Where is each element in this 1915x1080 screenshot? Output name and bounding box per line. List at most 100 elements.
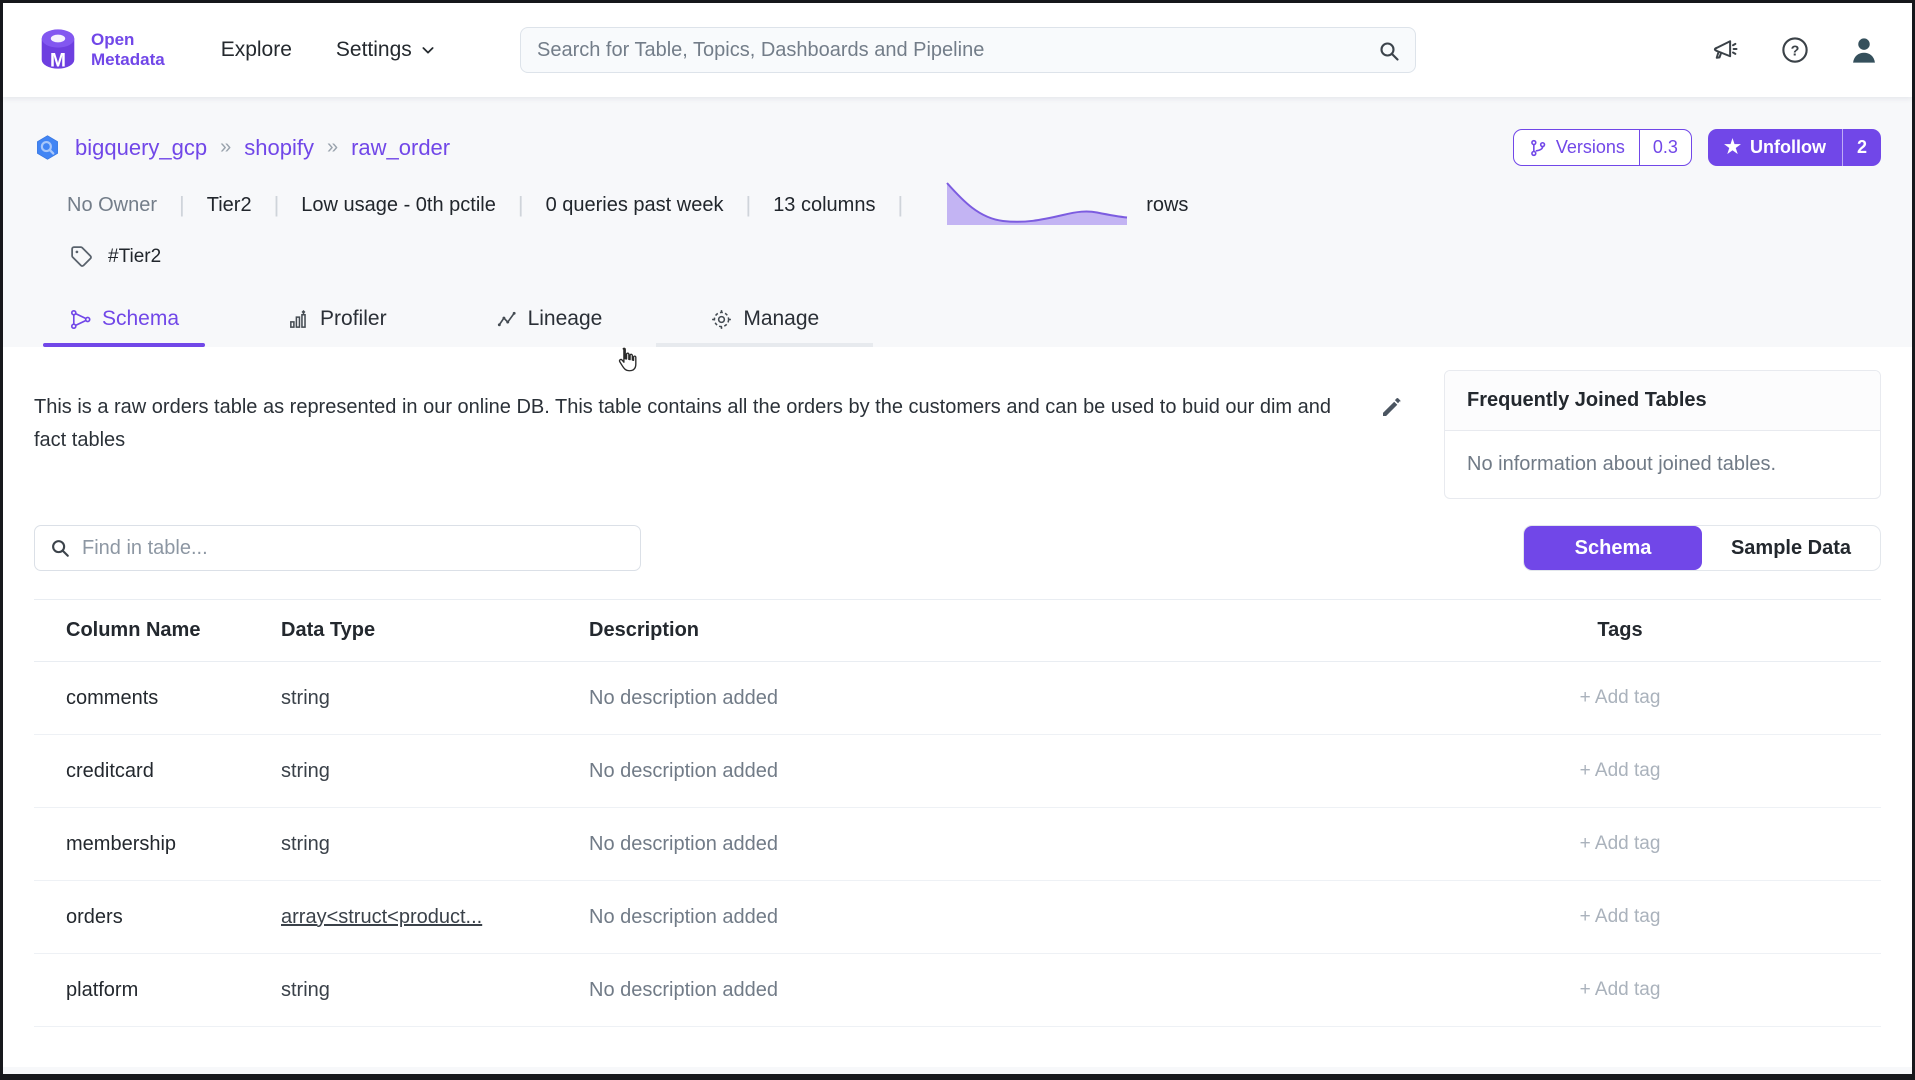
tab-manage[interactable]: Manage bbox=[684, 301, 845, 347]
nav-item-explore[interactable]: Explore bbox=[221, 38, 292, 62]
cell-data-type: string bbox=[281, 979, 589, 1002]
entity-tabs: Schema Profiler Lineage Manage bbox=[3, 301, 1912, 347]
openmetadata-logo-icon: M bbox=[35, 27, 81, 73]
breadcrumb-row: bigquery_gcp » shopify » raw_order Versi… bbox=[3, 129, 1912, 166]
mouse-cursor-icon bbox=[615, 346, 642, 373]
header-description: Description bbox=[589, 619, 1439, 642]
add-tag-button[interactable]: + Add tag bbox=[1439, 906, 1881, 928]
stat-item: No Owner bbox=[67, 194, 157, 217]
entity-actions: Versions 0.3 ★ Unfollow 2 bbox=[1513, 129, 1881, 166]
cell-description: No description added bbox=[589, 833, 1439, 856]
tag-icon bbox=[69, 244, 94, 269]
cell-column-name: creditcard bbox=[34, 760, 281, 783]
add-tag-button[interactable]: + Add tag bbox=[1439, 687, 1881, 709]
cell-description: No description added bbox=[589, 979, 1439, 1002]
stat-divider: | bbox=[274, 192, 280, 218]
schema-table: Column Name Data Type Description Tags c… bbox=[34, 599, 1881, 1053]
add-tag-button[interactable]: + Add tag bbox=[1439, 979, 1881, 1001]
table-row: comments string No description added + A… bbox=[34, 662, 1881, 735]
top-navbar: M Open Metadata Explore Settings bbox=[3, 3, 1912, 97]
schema-table-body: comments string No description added + A… bbox=[34, 662, 1881, 1027]
cell-description: No description added bbox=[589, 760, 1439, 783]
lineage-icon bbox=[495, 308, 518, 331]
stat-divider: | bbox=[179, 192, 185, 218]
schema-sample-toggle: Schema Sample Data bbox=[1523, 525, 1881, 571]
description-block: This is a raw orders table as represente… bbox=[34, 391, 1454, 457]
add-tag-button[interactable]: + Add tag bbox=[1439, 833, 1881, 855]
help-icon[interactable]: ? bbox=[1780, 35, 1810, 65]
toggle-sample-data[interactable]: Sample Data bbox=[1702, 526, 1880, 570]
search-icon[interactable] bbox=[1377, 39, 1401, 63]
cell-data-type[interactable]: array<struct<product... bbox=[281, 906, 589, 929]
entity-stats-row: No Owner | Tier2 | Low usage - 0th pctile |… bbox=[67, 180, 1912, 230]
global-search bbox=[520, 27, 1416, 73]
find-in-table-input[interactable] bbox=[82, 537, 626, 560]
cell-data-type: string bbox=[281, 760, 589, 783]
profiler-icon bbox=[287, 308, 310, 331]
branch-icon bbox=[1528, 138, 1548, 158]
cell-column-name: comments bbox=[34, 687, 281, 710]
bigquery-service-icon bbox=[34, 134, 61, 161]
main-menu: Explore Settings bbox=[221, 38, 436, 62]
svg-text:?: ? bbox=[1791, 43, 1800, 59]
toggle-schema[interactable]: Schema bbox=[1524, 526, 1702, 570]
nav-item-settings[interactable]: Settings bbox=[336, 38, 436, 62]
versions-button[interactable]: Versions 0.3 bbox=[1513, 129, 1692, 166]
stat-divider: | bbox=[518, 192, 524, 218]
breadcrumb-database[interactable]: shopify bbox=[244, 135, 314, 161]
find-in-table bbox=[34, 525, 641, 571]
user-avatar[interactable] bbox=[1848, 34, 1880, 66]
svg-text:M: M bbox=[50, 50, 66, 71]
edit-description-icon[interactable] bbox=[1380, 395, 1404, 421]
add-tag-button[interactable]: + Add tag bbox=[1439, 760, 1881, 782]
announcements-icon[interactable] bbox=[1712, 35, 1742, 65]
tab-schema[interactable]: Schema bbox=[43, 301, 205, 347]
partial-row bbox=[34, 1027, 1881, 1053]
header-column-name: Column Name bbox=[34, 619, 281, 642]
table-controls-row: Schema Sample Data bbox=[34, 525, 1881, 571]
row-count-sparkline bbox=[945, 179, 1130, 227]
cell-description: No description added bbox=[589, 687, 1439, 710]
stat-item: 13 columns bbox=[773, 194, 875, 217]
logo-wordmark: Open Metadata bbox=[91, 30, 165, 69]
openmetadata-logo[interactable]: M Open Metadata bbox=[35, 27, 165, 73]
version-number: 0.3 bbox=[1639, 130, 1691, 165]
table-row: orders array<struct<product... No descri… bbox=[34, 881, 1881, 954]
schema-table-header: Column Name Data Type Description Tags bbox=[34, 600, 1881, 662]
entity-tags-row: #Tier2 bbox=[69, 244, 1912, 269]
tab-lineage[interactable]: Lineage bbox=[469, 301, 629, 347]
stat-item: Tier2 bbox=[207, 194, 252, 217]
table-row: creditcard string No description added +… bbox=[34, 735, 1881, 808]
navbar-right-icons: ? bbox=[1712, 34, 1880, 66]
cell-data-type: string bbox=[281, 687, 589, 710]
header-data-type: Data Type bbox=[281, 619, 589, 642]
table-row: membership string No description added +… bbox=[34, 808, 1881, 881]
cell-column-name: orders bbox=[34, 906, 281, 929]
schema-icon bbox=[69, 308, 92, 331]
table-row: platform string No description added + A… bbox=[34, 954, 1881, 1027]
breadcrumb-service[interactable]: bigquery_gcp bbox=[75, 135, 207, 161]
unfollow-label: Unfollow bbox=[1750, 137, 1826, 158]
breadcrumb-separator: » bbox=[220, 136, 231, 159]
followers-count: 2 bbox=[1842, 129, 1881, 166]
frequently-joined-tables-card: Frequently Joined Tables No information … bbox=[1444, 370, 1881, 499]
global-search-input[interactable] bbox=[521, 39, 1415, 62]
joined-tables-empty-message: No information about joined tables. bbox=[1445, 431, 1880, 498]
breadcrumb-separator: » bbox=[327, 136, 338, 159]
stat-item: 0 queries past week bbox=[546, 194, 724, 217]
star-icon: ★ bbox=[1724, 138, 1741, 157]
breadcrumb-table[interactable]: raw_order bbox=[351, 135, 450, 161]
tier-tag[interactable]: #Tier2 bbox=[108, 246, 161, 268]
stat-divider: | bbox=[897, 192, 903, 218]
unfollow-button[interactable]: ★ Unfollow 2 bbox=[1708, 129, 1881, 166]
versions-label: Versions bbox=[1556, 137, 1625, 158]
tab-profiler[interactable]: Profiler bbox=[261, 301, 413, 347]
cell-column-name: platform bbox=[34, 979, 281, 1002]
joined-tables-title: Frequently Joined Tables bbox=[1445, 371, 1880, 431]
table-description: This is a raw orders table as represente… bbox=[34, 391, 1354, 457]
stat-divider: | bbox=[745, 192, 751, 218]
cell-column-name: membership bbox=[34, 833, 281, 856]
header-tags: Tags bbox=[1439, 619, 1881, 642]
manage-icon bbox=[710, 308, 733, 331]
stat-item: Low usage - 0th pctile bbox=[301, 194, 496, 217]
